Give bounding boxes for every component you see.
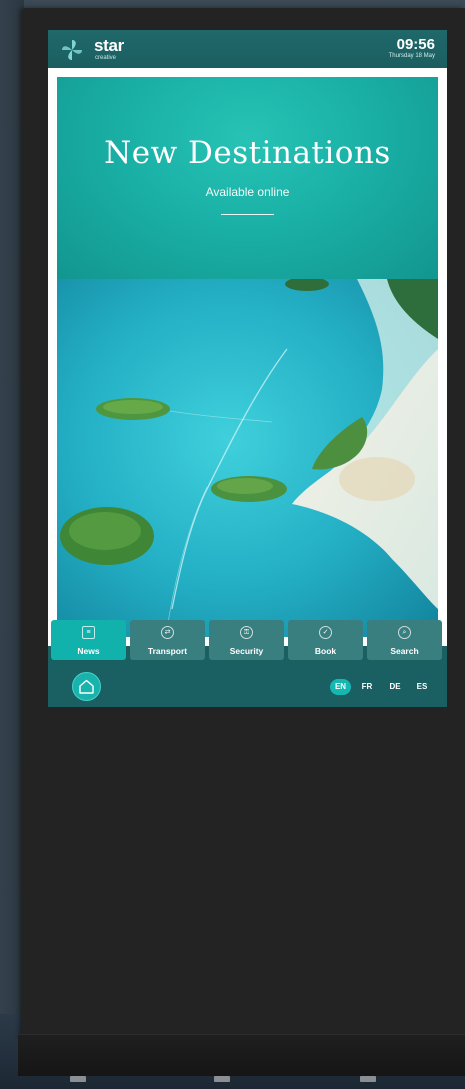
- search-icon: ⌕: [398, 626, 411, 639]
- brand-subtitle: creative: [95, 55, 117, 61]
- aerial-island-photo: [57, 279, 438, 637]
- security-icon: ⚿: [240, 626, 253, 639]
- lang-en-button[interactable]: EN: [330, 679, 351, 695]
- tab-label: Transport: [147, 646, 188, 656]
- tab-label: Search: [390, 646, 419, 656]
- home-button[interactable]: [72, 672, 101, 701]
- tab-search[interactable]: ⌕ Search: [367, 620, 442, 660]
- poster-subline: Available online: [205, 185, 290, 199]
- poster: New Destinations Available online: [57, 77, 438, 637]
- kiosk-foot-right: [360, 1076, 376, 1082]
- clock-time: 09:56: [396, 36, 435, 53]
- tab-transport[interactable]: ⇄ Transport: [130, 620, 205, 660]
- tab-news[interactable]: ≡ News: [51, 620, 126, 660]
- home-icon: [79, 679, 94, 694]
- tab-label: Book: [314, 646, 337, 656]
- tab-book[interactable]: ✓ Book: [288, 620, 363, 660]
- news-icon: ≡: [82, 626, 95, 639]
- poster-frame[interactable]: New Destinations Available online: [48, 68, 447, 646]
- kiosk-foot-center: [214, 1076, 230, 1082]
- brand-name: star: [94, 36, 124, 55]
- transport-icon: ⇄: [161, 626, 174, 639]
- poster-divider: [221, 214, 274, 215]
- top-bar: star creative 09:56 Thursday 18 May: [48, 30, 447, 68]
- kiosk-foot-left: [70, 1076, 86, 1082]
- clock-date: Thursday 18 May: [388, 53, 435, 59]
- background-wall: [0, 0, 24, 1020]
- nav-tabs: ≡ News ⇄ Transport ⚿ Security ✓ Book ⌕ S…: [48, 616, 447, 662]
- lang-fr-button[interactable]: FR: [359, 679, 375, 695]
- book-check-icon: ✓: [319, 626, 332, 639]
- kiosk-base: [18, 1034, 465, 1076]
- tab-label: News: [77, 646, 100, 656]
- tab-security[interactable]: ⚿ Security: [209, 620, 284, 660]
- bottom-bar: EN FR DE ES: [48, 662, 447, 707]
- kiosk-screen: star creative 09:56 Thursday 18 May New …: [48, 30, 447, 707]
- poster-headline: New Destinations: [104, 135, 391, 171]
- tab-label: Security: [229, 646, 264, 656]
- lang-es-button[interactable]: ES: [414, 679, 430, 695]
- poster-teal-panel: New Destinations Available online: [57, 77, 438, 279]
- lang-de-button[interactable]: DE: [386, 679, 404, 695]
- pinwheel-logo-icon: [62, 40, 82, 60]
